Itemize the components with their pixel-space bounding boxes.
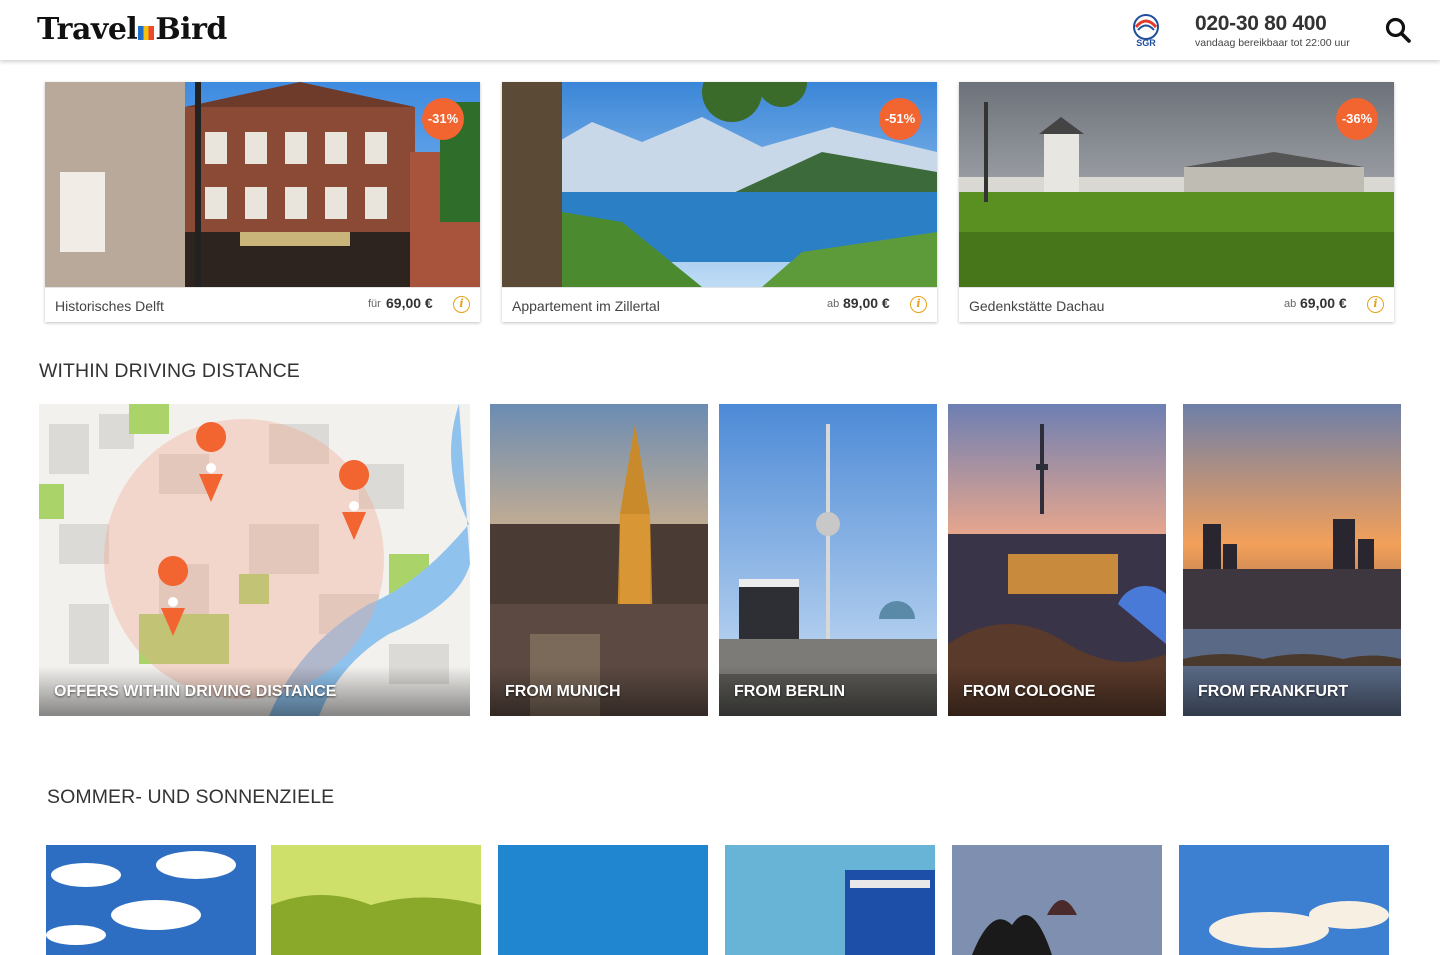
tile-from-frankfurt[interactable]: FROM FRANKFURT: [1183, 404, 1401, 716]
deal-image-dachau: [959, 82, 1394, 287]
deal-footer: Historisches Delft für 69,00 € i: [45, 287, 480, 322]
discount-badge: -51%: [879, 98, 921, 140]
deal-footer: Gedenkstätte Dachau ab 69,00 € i: [959, 287, 1394, 322]
sgr-badge-icon: SGR: [1133, 14, 1159, 48]
deal-image-delft: [45, 82, 480, 287]
summer-tile[interactable]: [46, 845, 256, 955]
tile-from-cologne[interactable]: FROM COLOGNE: [948, 404, 1166, 716]
info-icon[interactable]: i: [1367, 296, 1384, 313]
tile-from-berlin[interactable]: FROM BERLIN: [719, 404, 937, 716]
tile-label: FROM COLOGNE: [948, 666, 1166, 716]
deal-title[interactable]: Historisches Delft: [55, 298, 164, 314]
deal-title[interactable]: Appartement im Zillertal: [512, 298, 660, 314]
section-title-driving: WITHIN DRIVING DISTANCE: [39, 360, 300, 382]
site-header: Travel Bird SGR 020-30 80 400 vandaag ber…: [0, 0, 1440, 60]
summer-image-sky-clouds: [1179, 845, 1389, 955]
deal-title[interactable]: Gedenkstätte Dachau: [969, 298, 1104, 314]
summer-tile[interactable]: [952, 845, 1162, 955]
deal-image-zillertal: [502, 82, 937, 287]
deal-price: 89,00 €: [843, 295, 890, 311]
summer-tile[interactable]: [498, 845, 708, 955]
tile-label: FROM BERLIN: [719, 666, 937, 716]
deal-card-dachau[interactable]: -36% Gedenkstätte Dachau ab 69,00 € i: [959, 82, 1394, 322]
deal-footer: Appartement im Zillertal ab 89,00 € i: [502, 287, 937, 322]
travelbird-logo[interactable]: Travel Bird: [37, 12, 227, 48]
info-icon[interactable]: i: [910, 296, 927, 313]
info-icon[interactable]: i: [453, 296, 470, 313]
tile-label: OFFERS WITHIN DRIVING DISTANCE: [39, 666, 470, 716]
summer-tile[interactable]: [271, 845, 481, 955]
phone-number[interactable]: 020-30 80 400: [1195, 12, 1327, 36]
summer-image-clouds: [46, 845, 256, 955]
discount-badge: -31%: [422, 98, 464, 140]
summer-tile[interactable]: [725, 845, 935, 955]
price-prefix: ab: [1284, 298, 1297, 310]
tile-label: FROM FRANKFURT: [1183, 666, 1401, 716]
discount-badge: -36%: [1336, 98, 1378, 140]
summer-image-hills: [271, 845, 481, 955]
deal-price: 69,00 €: [386, 295, 433, 311]
price-prefix: für: [368, 298, 381, 310]
summer-image-sky: [498, 845, 708, 955]
deal-card-delft[interactable]: -31% Historisches Delft für 69,00 € i: [45, 82, 480, 322]
tile-from-munich[interactable]: FROM MUNICH: [490, 404, 708, 716]
section-title-summer: SOMMER- UND SONNENZIELE: [47, 786, 335, 808]
tile-label: FROM MUNICH: [490, 666, 708, 716]
phone-availability: vandaag bereikbaar tot 22:00 uur: [1195, 37, 1350, 49]
deal-price: 69,00 €: [1300, 295, 1347, 311]
summer-image-dancers: [952, 845, 1162, 955]
price-prefix: ab: [827, 298, 840, 310]
search-icon[interactable]: [1384, 16, 1412, 44]
summer-tile[interactable]: [1179, 845, 1389, 955]
summer-image-pool: [725, 845, 935, 955]
tile-offers-driving-distance[interactable]: OFFERS WITHIN DRIVING DISTANCE: [39, 404, 470, 716]
svg-text:SGR: SGR: [1136, 38, 1156, 48]
logo-flag-icon: [138, 26, 155, 40]
deal-card-zillertal[interactable]: -51% Appartement im Zillertal ab 89,00 €…: [502, 82, 937, 322]
